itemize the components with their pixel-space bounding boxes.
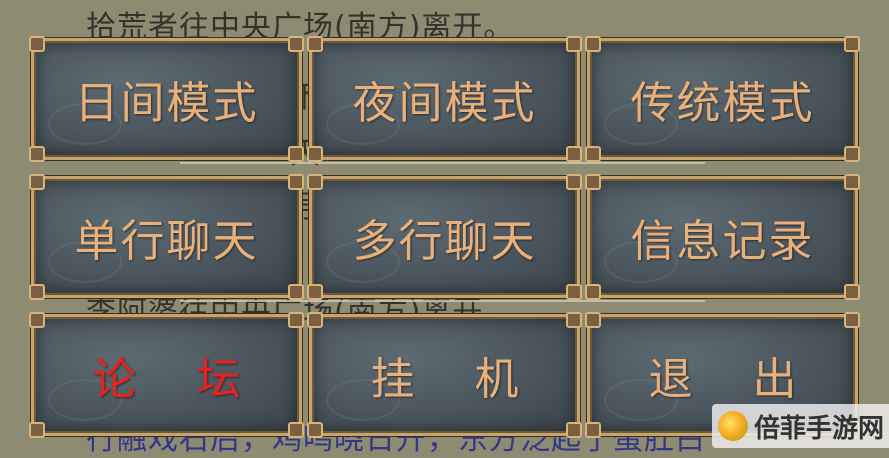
exit-label: 退出 [648, 354, 857, 405]
day-mode-button[interactable]: 日间模式 [29, 36, 304, 162]
auto-idle-label: 挂机 [370, 354, 579, 405]
auto-idle-button[interactable]: 挂机 [307, 312, 582, 438]
forum-label: 论坛 [92, 354, 301, 405]
message-log-button[interactable]: 信息记录 [585, 174, 860, 300]
watermark-text: 倍菲手游网 [754, 413, 885, 444]
multi-line-chat-button[interactable]: 多行聊天 [307, 174, 582, 300]
message-log-label: 信息记录 [630, 216, 815, 267]
single-line-chat-label: 单行聊天 [74, 216, 259, 267]
site-watermark: 倍菲手游网 [712, 404, 889, 448]
forum-button[interactable]: 论坛 [29, 312, 304, 438]
multi-line-chat-label: 多行聊天 [352, 216, 537, 267]
divider [180, 300, 705, 302]
single-line-chat-button[interactable]: 单行聊天 [29, 174, 304, 300]
day-mode-label: 日间模式 [74, 78, 259, 129]
classic-mode-button[interactable]: 传统模式 [585, 36, 860, 162]
night-mode-button[interactable]: 夜间模式 [307, 36, 582, 162]
night-mode-label: 夜间模式 [352, 78, 537, 129]
divider [180, 162, 705, 164]
classic-mode-label: 传统模式 [630, 78, 815, 129]
watermark-logo-icon [718, 411, 748, 441]
